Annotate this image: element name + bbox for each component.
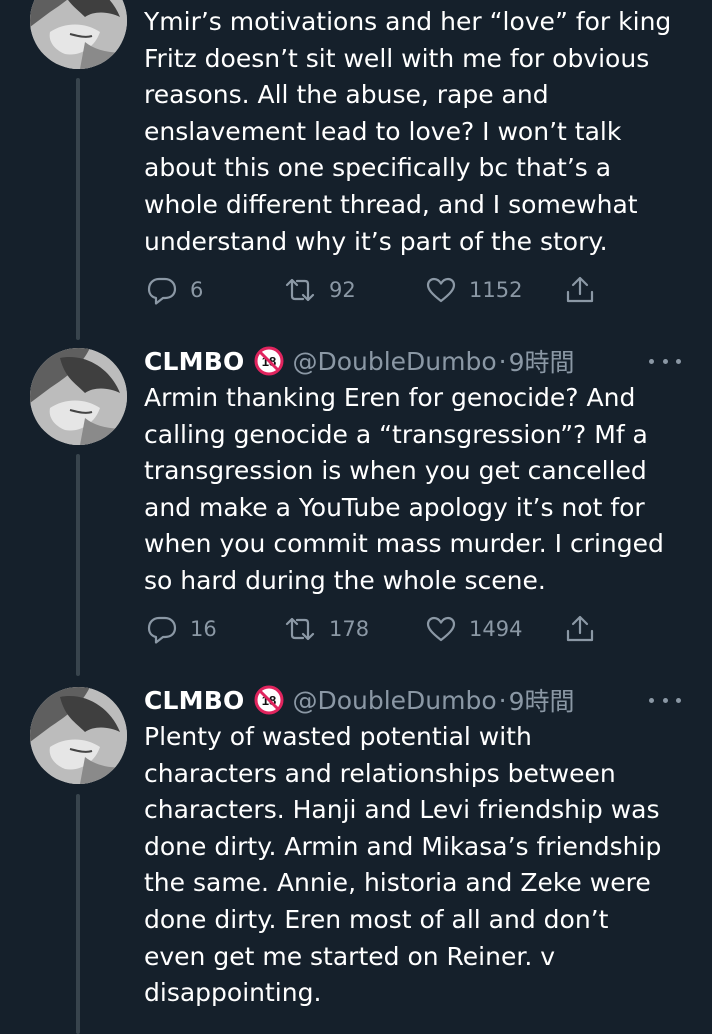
tweet-text-line: and make a YouTube apology it’s not for: [144, 492, 645, 522]
tweet-actions: 6 92 1152: [144, 273, 614, 307]
tweet-text-line: disappointing.: [144, 978, 322, 1008]
tweet-actions: 16 178 1494: [144, 612, 614, 646]
tweet-text-line: characters and relationships between: [144, 758, 616, 788]
like-count: 1494: [469, 617, 523, 641]
tweet-text-line: when you commit mass murder. I cringed: [144, 529, 664, 559]
tweet-text-line: enslavement lead to love? I won’t talk: [144, 116, 622, 146]
retweet-button[interactable]: 92: [283, 273, 356, 307]
tweet-thread: Ymir’s motivations and her “love” for ki…: [0, 0, 712, 1034]
user-handle[interactable]: @DoubleDumbo: [292, 347, 496, 376]
reply-icon: [147, 616, 177, 644]
tweet-text: Armin thanking Eren for genocide? And ca…: [144, 380, 692, 600]
tweet-text-line: even get me started on Reiner. v: [144, 941, 556, 971]
more-options-button[interactable]: [649, 683, 681, 717]
tweet-text-line: Ymir’s motivations and her “love” for ki…: [144, 7, 672, 36]
tweet-text-line: whole different thread, and I somewhat: [144, 189, 638, 219]
tweet-text-line: characters. Hanji and Levi friendship wa…: [144, 795, 660, 825]
avatar[interactable]: [30, 348, 127, 445]
more-icon-dot: [662, 358, 668, 364]
like-count: 1152: [469, 278, 523, 302]
share-button[interactable]: [564, 612, 596, 646]
more-icon-dot: [662, 697, 668, 703]
like-button[interactable]: 1494: [425, 612, 522, 646]
avatar[interactable]: [30, 0, 127, 69]
more-icon-dot: [676, 697, 681, 703]
display-name[interactable]: CLMBO: [144, 686, 244, 715]
tweet-text-line: done dirty. Armin and Mikasa’s friendshi…: [144, 831, 662, 861]
tweet-header: CLMBO 18 @DoubleDumbo · 9時間: [144, 683, 684, 717]
tweet[interactable]: Ymir’s motivations and her “love” for ki…: [0, 0, 712, 320]
timestamp[interactable]: 9時間: [509, 682, 575, 718]
like-icon: [426, 616, 456, 642]
tweet-text-line: Fritz doesn’t sit well with me for obvio…: [144, 43, 650, 73]
tweet-text-line: so hard during the whole scene.: [144, 565, 546, 595]
share-button[interactable]: [564, 273, 596, 307]
tweet-text-line: the same. Annie, historia and Zeke were: [144, 868, 651, 898]
no-under-18-icon: 18: [254, 346, 284, 376]
like-button[interactable]: 1152: [425, 273, 522, 307]
timestamp[interactable]: 9時間: [509, 343, 575, 379]
user-handle[interactable]: @DoubleDumbo: [292, 686, 496, 715]
tweet-text-line: Plenty of wasted potential with: [144, 722, 532, 751]
tweet[interactable]: CLMBO 18 @DoubleDumbo · 9時間 Plenty of wa…: [0, 681, 712, 1024]
more-icon-dot: [649, 358, 654, 364]
avatar[interactable]: [30, 687, 127, 784]
tweet-text-line: done dirty. Eren most of all and don’t: [144, 904, 609, 934]
share-icon: [566, 276, 594, 303]
tweet-text-line: Armin thanking Eren for genocide? And: [144, 383, 636, 412]
tweet-text-line: about this one specifically bc that’s a: [144, 153, 612, 183]
display-name[interactable]: CLMBO: [144, 347, 244, 376]
reply-count: 6: [190, 278, 204, 302]
tweet[interactable]: CLMBO 18 @DoubleDumbo · 9時間 Armin thanki…: [0, 342, 712, 662]
avatar-image: [30, 348, 127, 445]
retweet-button[interactable]: 178: [283, 612, 369, 646]
tweet-text: Plenty of wasted potential with characte…: [144, 719, 692, 1012]
tweet-text-line: understand why it’s part of the story.: [144, 226, 608, 256]
more-options-button[interactable]: [649, 344, 681, 378]
separator-dot: ·: [498, 346, 507, 376]
tweet-text-line: calling genocide a “transgression”? Mf a: [144, 419, 648, 449]
avatar-image: [30, 0, 127, 69]
retweet-count: 178: [329, 617, 370, 641]
more-icon-dot: [676, 358, 681, 364]
reply-icon: [147, 277, 177, 305]
tweet-header: CLMBO 18 @DoubleDumbo · 9時間: [144, 344, 684, 378]
tweet-text-line: reasons. All the abuse, rape and: [144, 80, 549, 110]
no-under-18-icon: 18: [254, 685, 284, 715]
like-icon: [426, 277, 456, 303]
separator-dot: ·: [498, 685, 507, 715]
share-icon: [566, 615, 594, 642]
avatar-image: [30, 687, 127, 784]
tweet-text: Ymir’s motivations and her “love” for ki…: [144, 4, 692, 260]
retweet-count: 92: [329, 278, 356, 302]
reply-count: 16: [190, 617, 217, 641]
reply-button[interactable]: 16: [146, 612, 217, 646]
tweet-text-line: transgression is when you get cancelled: [144, 456, 647, 486]
retweet-icon: [285, 617, 315, 641]
retweet-icon: [285, 278, 315, 302]
reply-button[interactable]: 6: [146, 273, 203, 307]
more-icon-dot: [649, 697, 654, 703]
